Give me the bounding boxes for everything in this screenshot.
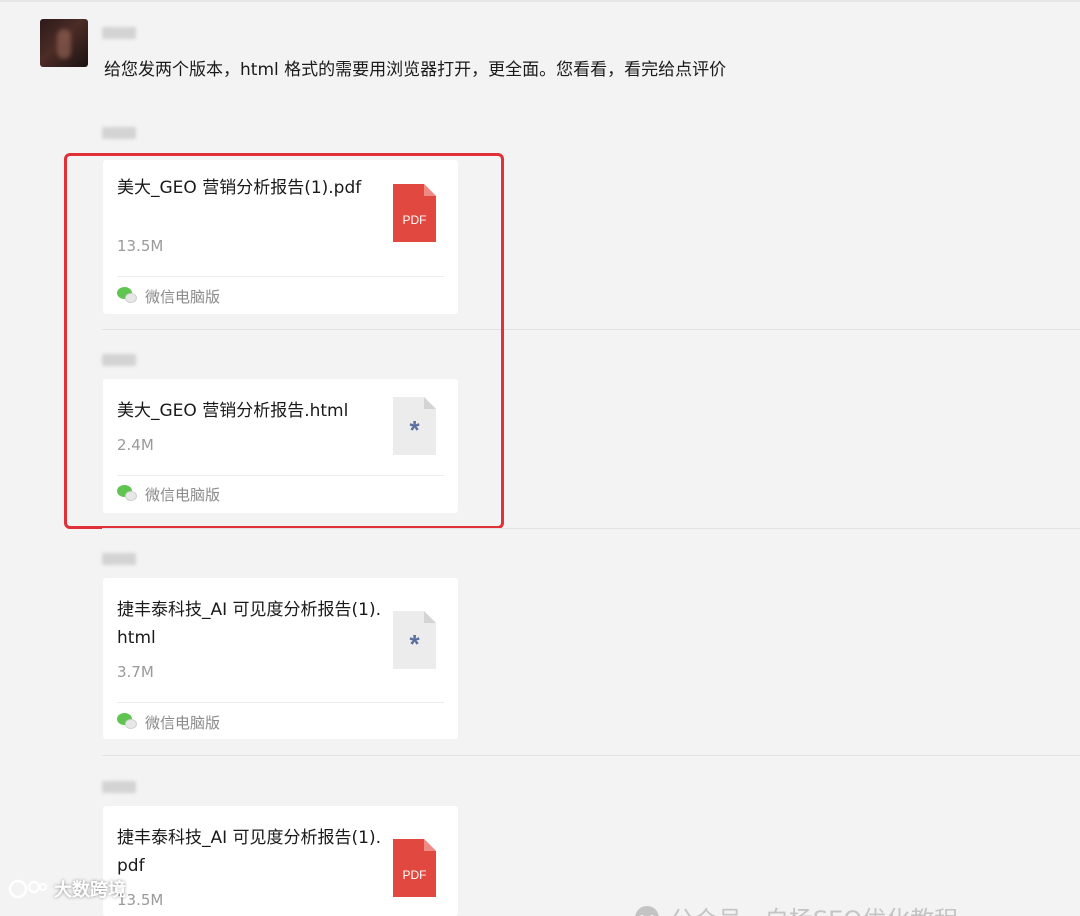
file-size: 13.5M xyxy=(117,237,164,255)
wechat-official-account-icon xyxy=(635,905,659,916)
source-label: 微信电脑版 xyxy=(145,713,221,732)
file-size: 3.7M xyxy=(117,663,154,681)
message-divider xyxy=(102,528,1080,529)
watermark-right: 公众号 · 白杨SEO优化教程 xyxy=(632,900,958,916)
card-footer: 微信电脑版 xyxy=(117,484,220,504)
watermark-left-text: 大数跨境 xyxy=(54,880,126,901)
pdf-file-icon: PDF xyxy=(393,184,436,242)
watermark-logo-icon xyxy=(8,879,47,899)
card-footer: 微信电脑版 xyxy=(117,712,220,732)
file-card-html[interactable]: 捷丰泰科技_AI 可见度分析报告(1).html 3.7M * 微信电脑版 xyxy=(103,578,458,739)
file-name: 美大_GEO 营销分析报告.html xyxy=(117,401,349,421)
file-name: 美大_GEO 营销分析报告(1).pdf xyxy=(117,178,362,198)
html-file-symbol: * xyxy=(409,629,420,659)
message-divider xyxy=(102,755,1080,756)
file-card-pdf[interactable]: 美大_GEO 营销分析报告(1).pdf 13.5M PDF 微信电脑版 xyxy=(103,160,458,314)
sender-name-blurred xyxy=(102,354,136,366)
sender-name-blurred xyxy=(102,127,136,139)
sender-name-blurred xyxy=(102,781,136,793)
pdf-file-icon: PDF xyxy=(393,839,436,897)
wechat-icon xyxy=(117,485,139,503)
file-name: 捷丰泰科技_AI 可见度分析报告(1).html xyxy=(117,600,382,648)
html-file-icon: * xyxy=(393,611,436,669)
file-name: 捷丰泰科技_AI 可见度分析报告(1).pdf xyxy=(117,828,382,876)
card-divider xyxy=(117,702,444,703)
pdf-label: PDF xyxy=(402,213,427,227)
source-label: 微信电脑版 xyxy=(145,485,221,504)
message-divider xyxy=(102,329,1080,330)
watermark-right-text: 公众号 · 白杨SEO优化教程 xyxy=(670,900,958,916)
top-divider xyxy=(0,0,1080,2)
avatar[interactable] xyxy=(40,19,88,67)
watermark-left: 大数跨境 xyxy=(8,876,126,902)
pdf-label: PDF xyxy=(402,868,427,882)
html-file-symbol: * xyxy=(409,415,420,445)
html-file-icon: * xyxy=(393,397,436,455)
sender-name-blurred xyxy=(102,27,136,39)
card-divider xyxy=(117,475,444,476)
message-text: 给您发两个版本，html 格式的需要用浏览器打开，更全面。您看看，看完给点评价 xyxy=(104,60,727,80)
file-card-pdf[interactable]: 捷丰泰科技_AI 可见度分析报告(1).pdf 13.5M PDF xyxy=(103,806,458,916)
wechat-icon xyxy=(117,713,139,731)
file-card-html[interactable]: 美大_GEO 营销分析报告.html 2.4M * 微信电脑版 xyxy=(103,379,458,513)
card-divider xyxy=(117,276,444,277)
file-size: 2.4M xyxy=(117,436,154,454)
wechat-icon xyxy=(117,287,139,305)
sender-name-blurred xyxy=(102,553,136,565)
card-footer: 微信电脑版 xyxy=(117,286,220,306)
source-label: 微信电脑版 xyxy=(145,287,221,306)
